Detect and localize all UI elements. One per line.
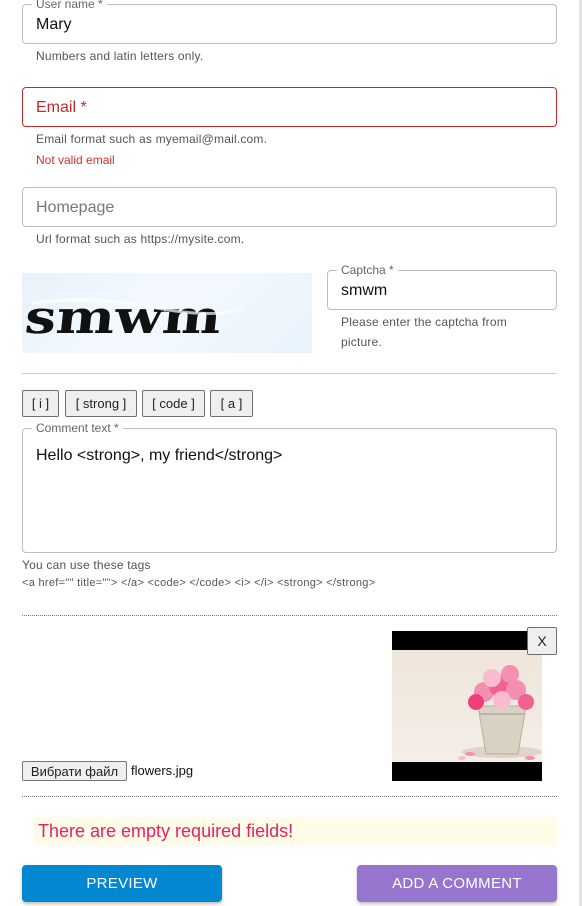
captcha-image: smwm bbox=[22, 273, 312, 353]
username-field[interactable]: User name * Mary bbox=[22, 0, 557, 44]
email-error: Not valid email bbox=[36, 153, 115, 167]
comment-textarea[interactable]: Comment text * Hello <strong>, my friend… bbox=[22, 421, 557, 553]
comment-label: Comment text * bbox=[32, 421, 123, 435]
email-field[interactable]: Email * bbox=[22, 87, 557, 127]
strong-tag-button[interactable]: [ strong ] bbox=[65, 390, 137, 417]
divider bbox=[22, 796, 557, 797]
tags-hint: You can use these tags bbox=[22, 558, 151, 572]
remove-attachment-button[interactable]: X bbox=[527, 627, 557, 655]
homepage-helper: Url format such as https://mysite.com. bbox=[36, 232, 245, 246]
file-name: flowers.jpg bbox=[131, 763, 194, 778]
captcha-field[interactable]: Captcha * smwm bbox=[327, 263, 557, 310]
captcha-helper-line1: Please enter the captcha from bbox=[341, 315, 507, 329]
captcha-value: smwm bbox=[341, 282, 388, 299]
warning-banner: There are empty required fields! bbox=[34, 817, 557, 846]
divider bbox=[22, 615, 557, 616]
email-placeholder: Email * bbox=[36, 99, 87, 116]
warning-text: There are empty required fields! bbox=[38, 821, 294, 841]
email-helper: Email format such as myemail@mail.com. bbox=[36, 132, 268, 146]
preview-button[interactable]: PREVIEW bbox=[22, 865, 222, 902]
italic-tag-button[interactable]: [ i ] bbox=[22, 390, 59, 417]
divider bbox=[22, 373, 557, 374]
captcha-text: smwm bbox=[23, 290, 225, 344]
homepage-field[interactable]: Homepage bbox=[22, 187, 557, 227]
tags-list: <a href="" title=""> </a> <code> </code>… bbox=[22, 577, 376, 589]
homepage-placeholder: Homepage bbox=[36, 199, 115, 216]
flowers-image bbox=[392, 650, 542, 762]
username-helper: Numbers and latin letters only. bbox=[36, 49, 204, 63]
attachment-preview bbox=[392, 631, 542, 781]
choose-file-button[interactable]: Вибрати файл bbox=[22, 761, 127, 781]
username-label: User name * bbox=[32, 0, 107, 11]
link-tag-button[interactable]: [ a ] bbox=[210, 390, 253, 417]
captcha-label: Captcha * bbox=[337, 263, 398, 277]
captcha-helper-line2: picture. bbox=[341, 335, 382, 349]
code-tag-button[interactable]: [ code ] bbox=[142, 390, 205, 417]
add-comment-button[interactable]: ADD A COMMENT bbox=[357, 865, 557, 902]
comment-value: Hello <strong>, my friend</strong> bbox=[36, 447, 283, 464]
username-value: Mary bbox=[36, 16, 72, 33]
